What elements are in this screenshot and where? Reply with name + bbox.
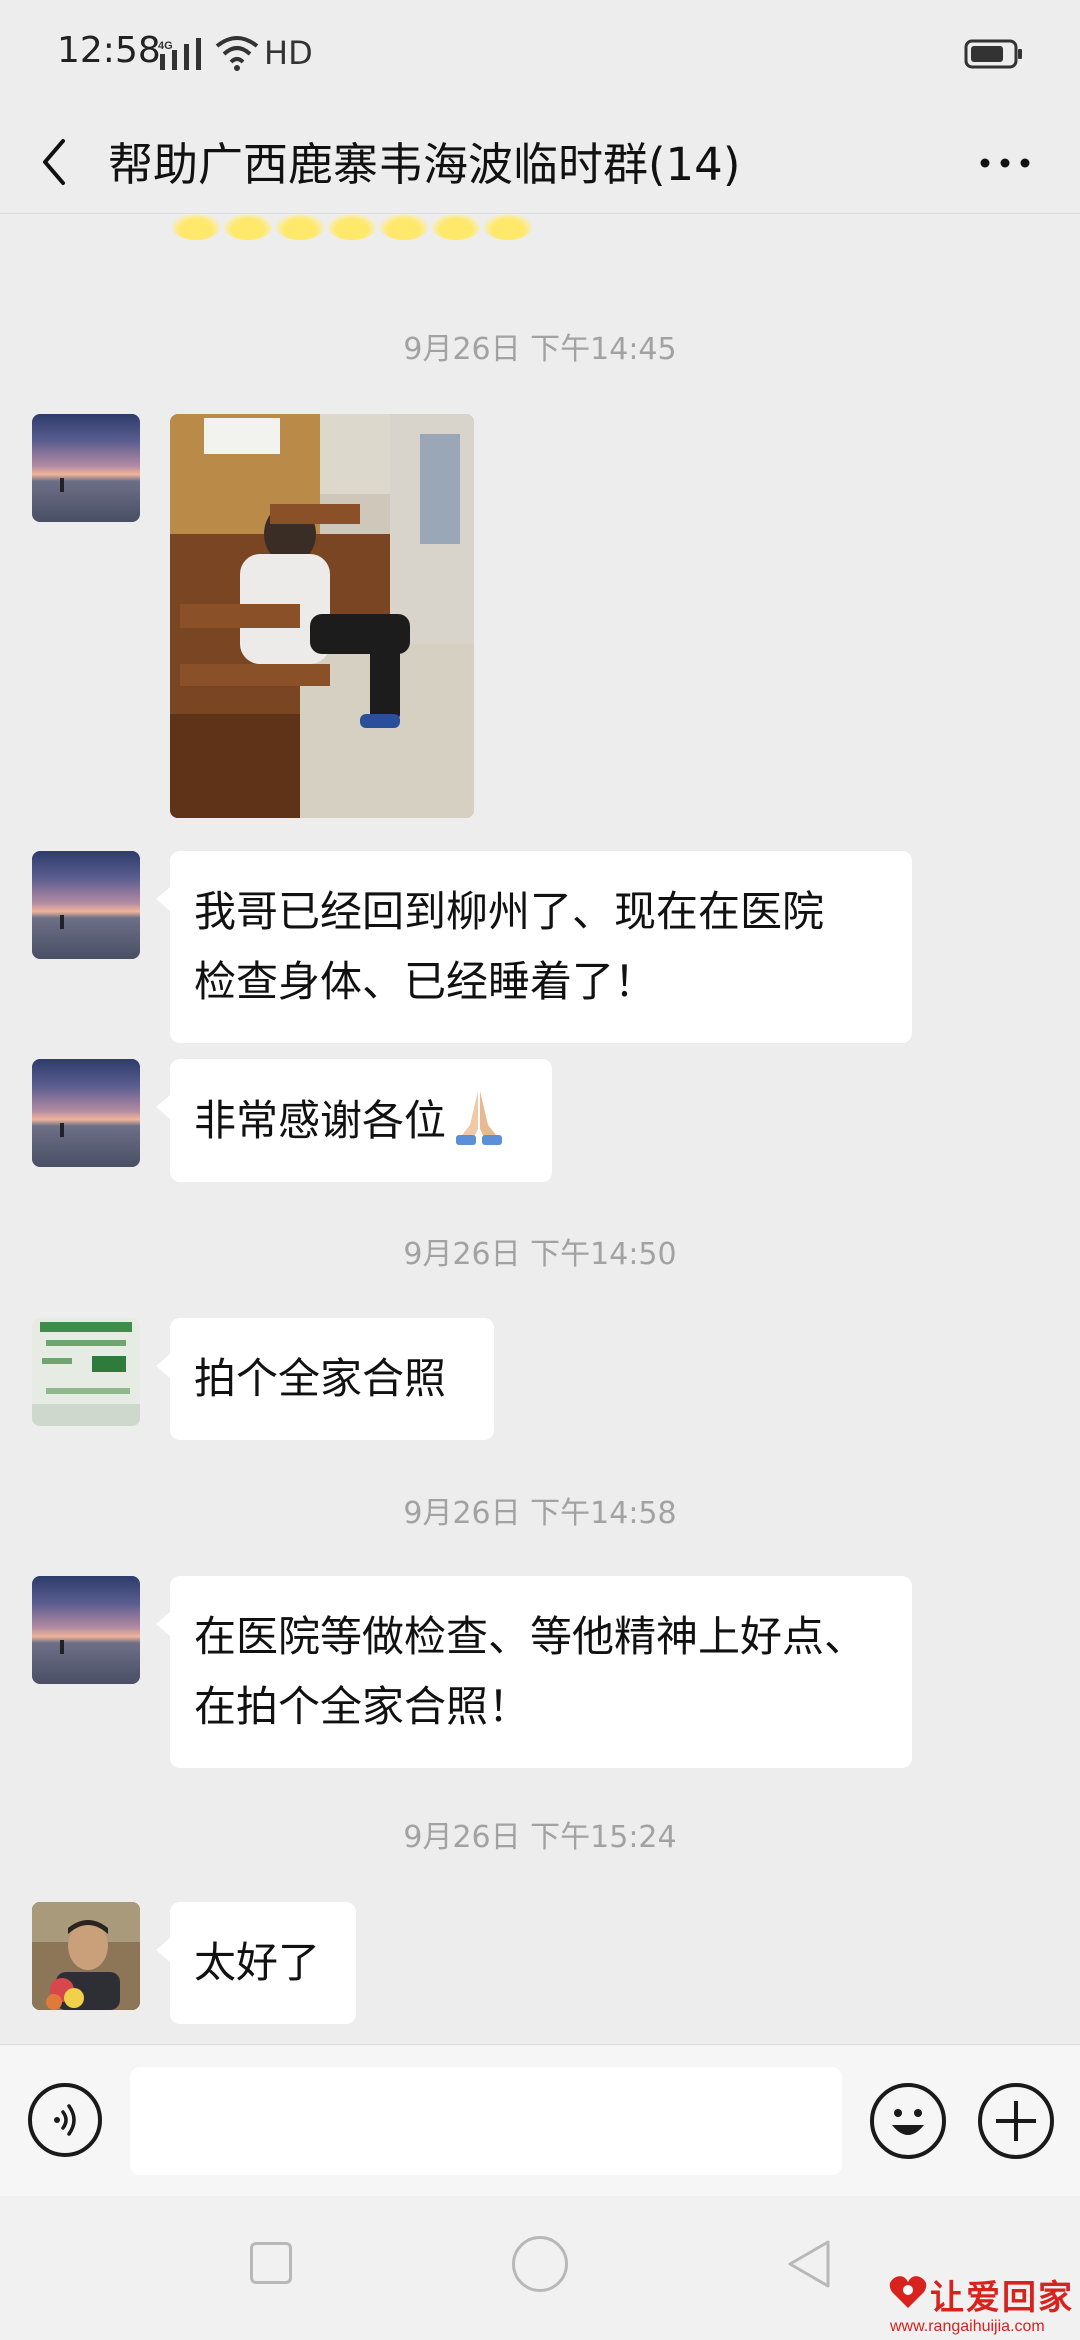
- avatar-image: [32, 1902, 140, 2010]
- message-timestamp: 9月26日 下午14:45: [403, 332, 677, 367]
- message-text-line: 检查身体、已经睡着了！: [194, 957, 657, 1006]
- status-bar: 12:58 4G HD: [0, 0, 1080, 110]
- sticker-image-partial[interactable]: [172, 214, 582, 244]
- sender-avatar[interactable]: [32, 1902, 140, 2010]
- chat-header: 帮助广西鹿寨韦海波临时群(14): [0, 110, 1080, 214]
- photo-message[interactable]: [170, 414, 474, 818]
- message-text-input[interactable]: [130, 2067, 842, 2175]
- message-bubble[interactable]: 太好了: [156, 1902, 356, 2024]
- message-bubble[interactable]: 在医院等做检查、等他精神上好点、 在拍个全家合照！: [156, 1576, 912, 1768]
- wifi-icon: [215, 36, 259, 71]
- nav-back-button[interactable]: [786, 2238, 832, 2290]
- message-text: 拍个全家合照: [194, 1354, 447, 1403]
- voice-icon: [54, 2104, 76, 2136]
- watermark-logo: 让爱回家 www.rangaihuijia.com: [880, 2270, 1080, 2340]
- chat-title: 帮助广西鹿寨韦海波临时群(14): [108, 138, 741, 191]
- hospital-photo-image: [170, 414, 474, 818]
- message-timestamp: 9月26日 下午14:58: [403, 1496, 677, 1531]
- sender-avatar[interactable]: [32, 1059, 140, 1167]
- message-text-line: 在医院等做检查、等他精神上好点、: [194, 1612, 867, 1661]
- message-text-line: 在拍个全家合照！: [194, 1682, 531, 1731]
- voice-input-button[interactable]: [28, 2083, 102, 2157]
- message-bubble[interactable]: 拍个全家合照: [156, 1318, 494, 1440]
- battery-icon: [964, 39, 1022, 69]
- status-time: 12:58: [57, 30, 161, 71]
- watermark-url: www.rangaihuijia.com: [890, 2318, 1045, 2335]
- sender-avatar[interactable]: [32, 1576, 140, 1684]
- back-button[interactable]: [24, 122, 84, 202]
- message-input-bar: [0, 2044, 1080, 2196]
- sender-avatar[interactable]: [32, 851, 140, 959]
- more-actions-button[interactable]: [978, 2083, 1054, 2159]
- home-button[interactable]: [512, 2236, 568, 2292]
- emoji-icon: [892, 2109, 924, 2135]
- message-text: 太好了: [194, 1938, 321, 1987]
- recent-apps-button[interactable]: [250, 2242, 292, 2284]
- chat-message-list[interactable]: 9月26日 下午14:45 我哥已经回到柳州了、现在在医院 检查身体、已经睡着了: [0, 214, 1080, 2044]
- sender-avatar[interactable]: [32, 414, 140, 522]
- heart-logo-icon: [889, 2276, 927, 2308]
- signal-label: 4G: [158, 40, 173, 52]
- watermark-text: 让爱回家: [930, 2278, 1074, 2318]
- message-timestamp: 9月26日 下午15:24: [403, 1820, 677, 1855]
- message-bubble[interactable]: 我哥已经回到柳州了、现在在医院 检查身体、已经睡着了！: [156, 851, 912, 1043]
- network-label: HD: [264, 34, 313, 72]
- message-bubble[interactable]: 非常感谢各位: [156, 1059, 552, 1182]
- message-text: 非常感谢各位: [194, 1096, 447, 1145]
- message-timestamp: 9月26日 下午14:50: [403, 1237, 677, 1272]
- back-arrow-icon: [43, 139, 65, 185]
- emoji-button[interactable]: [870, 2083, 946, 2159]
- signal-icon: 4G: [158, 38, 201, 70]
- plus-icon: [996, 2101, 1036, 2141]
- more-options-button[interactable]: [970, 128, 1040, 198]
- more-dots-icon: [980, 158, 1030, 168]
- message-text-line: 我哥已经回到柳州了、现在在医院: [194, 887, 825, 936]
- avatar-image: [32, 1318, 140, 1426]
- sender-avatar[interactable]: [32, 1318, 140, 1426]
- folded-hands-emoji: [456, 1091, 503, 1145]
